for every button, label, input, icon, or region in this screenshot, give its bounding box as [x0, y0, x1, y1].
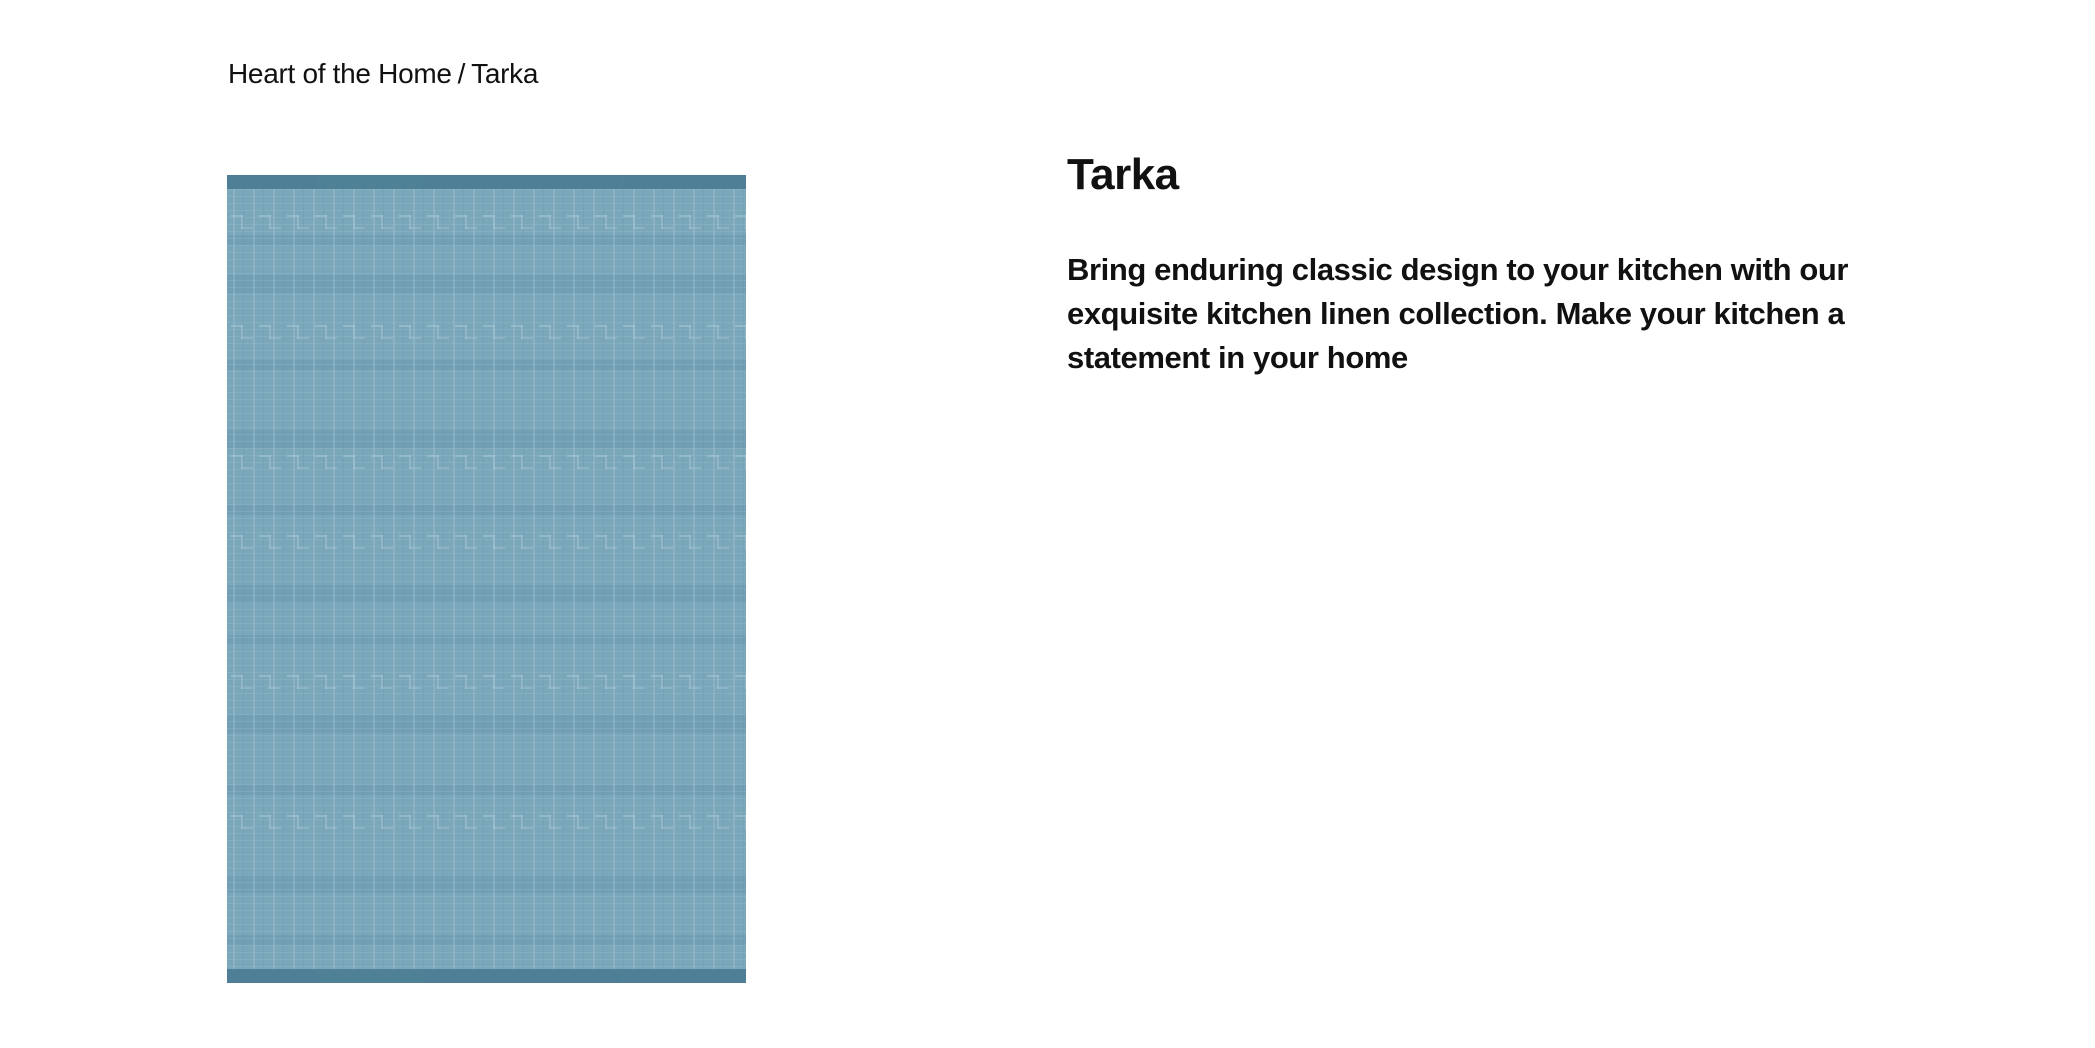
breadcrumb-separator: /: [457, 58, 466, 89]
product-title: Tarka: [1067, 150, 1179, 199]
fabric-pattern: [227, 175, 746, 983]
breadcrumb-current: Tarka: [471, 58, 539, 89]
product-info: Tarka Bring enduring classic design to y…: [1067, 148, 1947, 380]
product-image[interactable]: [227, 175, 746, 983]
breadcrumb: Heart of the Home / Tarka: [228, 58, 538, 90]
breadcrumb-link-heart-of-the-home[interactable]: Heart of the Home: [228, 58, 452, 90]
product-description: Bring enduring classic design to your ki…: [1067, 252, 1849, 375]
